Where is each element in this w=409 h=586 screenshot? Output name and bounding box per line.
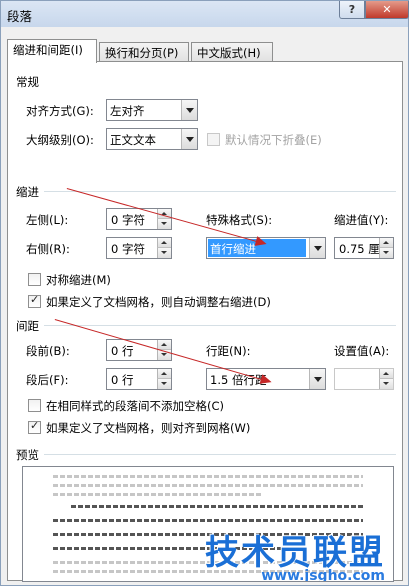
- spin-down-icon[interactable]: [157, 248, 171, 258]
- chevron-down-icon: [181, 100, 197, 120]
- right-indent-label: 右侧(R):: [26, 242, 70, 256]
- chevron-down-icon: [181, 129, 197, 149]
- close-button[interactable]: ✕: [365, 1, 409, 19]
- chevron-down-icon: [309, 369, 325, 389]
- space-after-label: 段后(F):: [26, 373, 69, 387]
- paragraph-preview: 技术员联盟 www.jsgho.com: [22, 466, 394, 582]
- spin-down-icon[interactable]: [379, 379, 393, 389]
- preview-prev-line: [53, 493, 263, 496]
- mirror-indents-checkbox[interactable]: [28, 273, 41, 286]
- question-icon: ?: [348, 3, 356, 16]
- spin-up-icon[interactable]: [379, 369, 393, 379]
- dialog-title: 段落: [7, 9, 33, 24]
- line-spacing-value: 1.5 倍行距: [210, 373, 267, 387]
- tab-label: 中文版式(H): [197, 46, 261, 60]
- preview-prev-line: [53, 475, 363, 478]
- tab-label: 换行和分页(P): [105, 46, 179, 60]
- tab-indents-spacing[interactable]: 缩进和间距(I): [7, 39, 97, 63]
- alignment-value: 左对齐: [110, 104, 145, 118]
- special-indent-label: 特殊格式(S):: [206, 213, 273, 227]
- paragraph-dialog: 段落 ? ✕ 缩进和间距(I) 换行和分页(P) 中文版式(H) 常规 对齐方式…: [0, 0, 409, 586]
- spin-up-icon[interactable]: [157, 369, 171, 379]
- close-icon: ✕: [382, 3, 392, 16]
- outline-level-select[interactable]: 正文文本: [106, 128, 198, 150]
- spacing-heading: 间距: [16, 319, 39, 333]
- right-indent-spinner[interactable]: 0 字符: [106, 237, 172, 259]
- watermark-title: 技术员联盟: [205, 533, 385, 573]
- help-button[interactable]: ?: [339, 1, 365, 19]
- no-space-same-style-label: 在相同样式的段落间不添加空格(C): [46, 399, 225, 413]
- tab-label: 缩进和间距(I): [13, 43, 83, 57]
- mirror-indents-label: 对称缩进(M): [46, 273, 111, 287]
- tab-panel: 常规 对齐方式(G): 左对齐 大纲级别(O): 正文文本 默认情况下折叠(E)…: [7, 61, 403, 582]
- divider: [44, 454, 396, 455]
- left-indent-value: 0 字符: [111, 213, 145, 227]
- alignment-select[interactable]: 左对齐: [106, 99, 198, 121]
- spin-down-icon[interactable]: [157, 219, 171, 229]
- general-heading: 常规: [16, 75, 39, 89]
- title-bar: 段落 ? ✕: [1, 1, 409, 27]
- preview-heading: 预览: [16, 448, 39, 462]
- indent-by-spinner[interactable]: 0.75 厘米: [334, 237, 394, 259]
- space-before-value: 0 行: [111, 344, 134, 358]
- no-space-same-style-checkbox[interactable]: [28, 399, 41, 412]
- auto-adjust-indent-label: 如果定义了文档网格，则自动调整右缩进(D): [46, 295, 271, 309]
- watermark: 技术员联盟 www.jsgho.com: [205, 525, 385, 581]
- spin-up-icon[interactable]: [157, 238, 171, 248]
- preview-current-line: [71, 505, 363, 508]
- collapse-default-label: 默认情况下折叠(E): [225, 133, 322, 147]
- indentation-heading: 缩进: [16, 185, 39, 199]
- spin-down-icon[interactable]: [379, 248, 393, 258]
- space-after-value: 0 行: [111, 373, 134, 387]
- left-indent-label: 左侧(L):: [26, 213, 69, 227]
- left-indent-spinner[interactable]: 0 字符: [106, 208, 172, 230]
- indent-by-label: 缩进值(Y):: [334, 213, 389, 227]
- right-indent-value: 0 字符: [111, 242, 145, 256]
- tab-line-page-breaks[interactable]: 换行和分页(P): [99, 42, 189, 62]
- outline-level-label: 大纲级别(O):: [26, 133, 94, 147]
- collapse-default-checkbox[interactable]: [207, 133, 220, 146]
- spacing-at-label: 设置值(A):: [334, 344, 390, 358]
- preview-current-line: [53, 519, 363, 522]
- line-spacing-label: 行距(N):: [206, 344, 251, 358]
- space-after-spinner[interactable]: 0 行: [106, 368, 172, 390]
- space-before-label: 段前(B):: [26, 344, 70, 358]
- chevron-down-icon: [309, 238, 325, 258]
- divider: [44, 325, 396, 326]
- spin-up-icon[interactable]: [379, 238, 393, 248]
- spin-down-icon[interactable]: [157, 379, 171, 389]
- outline-level-value: 正文文本: [110, 133, 156, 147]
- auto-adjust-indent-checkbox[interactable]: [28, 293, 41, 308]
- alignment-label: 对齐方式(G):: [26, 104, 94, 118]
- snap-to-grid-checkbox[interactable]: [28, 419, 41, 434]
- snap-to-grid-label: 如果定义了文档网格，则对齐到网格(W): [46, 421, 251, 435]
- divider: [44, 191, 396, 192]
- tab-asian-typography[interactable]: 中文版式(H): [191, 42, 273, 62]
- preview-prev-line: [53, 484, 363, 487]
- spacing-at-spinner[interactable]: [334, 368, 394, 390]
